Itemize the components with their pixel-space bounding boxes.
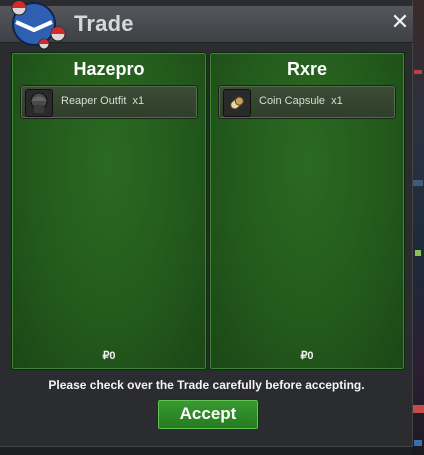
close-icon[interactable]: ✕ (390, 11, 410, 35)
trader-name: Rxre (286, 59, 328, 79)
item-name: Reaper Outfit x1 (61, 95, 145, 107)
trade-notice: Please check over the Trade carefully be… (48, 378, 365, 392)
money-offer: ₽0 (300, 350, 314, 362)
trader-name: Hazepro (73, 59, 145, 79)
game-background (412, 0, 424, 455)
trade-panel-partner: Rxre Coin Capsule x1 ₽0 (209, 52, 405, 370)
window-title: Trade (74, 11, 134, 36)
trade-window: Trade ✕ Hazepro Reaper Outfit x1 ₽0 Rxre (0, 0, 413, 447)
item-name: Coin Capsule x1 (259, 95, 343, 107)
trade-item-slot[interactable]: Reaper Outfit x1 (20, 85, 198, 119)
coin-capsule-icon (223, 89, 251, 117)
accept-button[interactable]: Accept (157, 399, 259, 430)
game-logo-icon (11, 0, 66, 50)
reaper-outfit-icon (25, 89, 53, 117)
money-offer: ₽0 (102, 350, 116, 362)
trade-panel-self: Hazepro Reaper Outfit x1 ₽0 (11, 52, 207, 370)
trade-item-slot[interactable]: Coin Capsule x1 (218, 85, 396, 119)
